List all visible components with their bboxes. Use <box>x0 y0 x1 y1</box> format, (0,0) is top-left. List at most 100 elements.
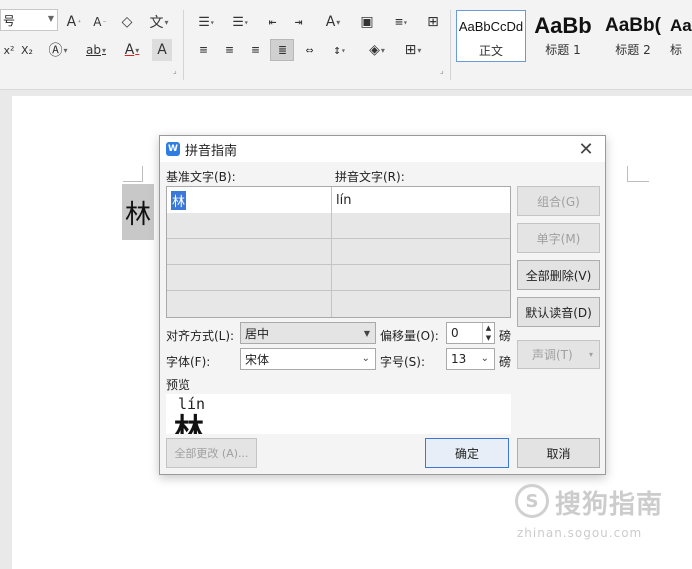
chevron-down-icon: ▼ <box>363 329 370 338</box>
tone-button-label: 声调(T) <box>532 348 573 362</box>
clear-all-button[interactable]: 全部删除(V) <box>517 260 600 290</box>
grow-font-icon[interactable]: A ⁺ <box>64 11 84 33</box>
bullets-icon[interactable]: ☰ ▾ <box>192 11 220 33</box>
margin-corner-mark <box>123 166 143 182</box>
chevron-down-icon[interactable]: ▼ <box>48 14 54 23</box>
alignment-label: 对齐方式(L): <box>166 329 235 343</box>
table-row <box>167 213 510 239</box>
base-text-value: 林 <box>171 190 187 210</box>
numbering-icon[interactable]: ☰ ▾ <box>226 11 254 33</box>
char-shading-icon[interactable]: A <box>152 39 172 61</box>
margin-corner-mark <box>627 166 649 182</box>
wps-app-icon: W <box>166 142 180 156</box>
close-icon: ✕ <box>578 138 594 160</box>
clear-format-icon[interactable]: ◇ <box>116 11 138 33</box>
paragraph-spacing-icon[interactable]: ↕ ▾ <box>324 39 354 61</box>
alignment-select[interactable]: 居中 ▼ <box>240 322 376 344</box>
offset-unit: 磅 <box>499 329 512 343</box>
chevron-down-icon: ⌄ <box>361 353 370 364</box>
group-button[interactable]: 组合(G) <box>517 186 600 216</box>
pinyin-guide-icon[interactable]: 文 ▾ <box>144 11 174 33</box>
cancel-button[interactable]: 取消 <box>517 438 600 468</box>
base-text-cell[interactable]: 林 <box>167 187 332 213</box>
base-text-cell[interactable] <box>167 265 332 291</box>
offset-stepper[interactable]: 0 ▲ ▼ <box>446 322 495 344</box>
paragraph-dialog-launcher-icon[interactable]: ⌟ <box>440 66 444 75</box>
base-text-cell[interactable] <box>167 213 332 239</box>
font-size-combo[interactable]: 号 ▼ <box>0 9 58 31</box>
single-char-button[interactable]: 单字(M) <box>517 223 600 253</box>
distribute-icon[interactable]: ⇔ <box>298 39 320 61</box>
decrease-indent-icon[interactable]: ⇤ <box>262 11 282 33</box>
justify-icon[interactable]: ≣ <box>270 39 294 61</box>
pinyin-text-cell[interactable] <box>332 291 510 317</box>
style-name: 标题 1 <box>545 43 581 57</box>
watermark-url: zhinan.sogou.com <box>517 526 643 540</box>
char-border-icon[interactable]: ▣ <box>356 11 378 33</box>
selected-text[interactable]: 林 <box>122 184 154 240</box>
style-heading-2[interactable]: AaBb( 标题 2 <box>598 10 668 62</box>
change-all-button[interactable]: 全部更改 (A)... <box>166 438 257 468</box>
preview-label: 预览 <box>166 378 191 392</box>
sogou-logo-icon: S <box>515 484 549 518</box>
subscript-icon[interactable]: X₂ <box>18 39 36 61</box>
default-reading-button[interactable]: 默认读音(D) <box>517 297 600 327</box>
shrink-font-icon[interactable]: A ⁻ <box>90 11 110 33</box>
font-color-icon[interactable]: A ▾ <box>118 39 146 61</box>
close-button[interactable]: ✕ <box>575 138 597 160</box>
pinyin-text-cell[interactable] <box>332 213 510 239</box>
style-normal[interactable]: AaBbCcDd 正文 <box>456 10 526 62</box>
size-unit: 磅 <box>499 355 512 369</box>
style-preview: AaBb <box>534 13 592 38</box>
offset-value: 0 <box>451 326 459 340</box>
alignment-value: 居中 <box>245 326 270 341</box>
align-left-icon[interactable]: ≡ <box>192 39 214 61</box>
table-row <box>167 239 510 265</box>
pinyin-text-label: 拼音文字(R): <box>335 170 405 184</box>
table-row <box>167 291 510 317</box>
spin-up-icon[interactable]: ▲ <box>483 323 494 333</box>
divider <box>183 10 184 80</box>
align-right-icon[interactable]: ≡ <box>244 39 266 61</box>
superscript-icon[interactable]: x² <box>0 39 18 61</box>
font-size-value: 号 <box>3 13 16 28</box>
preview-char: 林 <box>174 413 204 435</box>
text-direction-icon[interactable]: A ▾ <box>318 11 348 33</box>
style-heading-3[interactable]: Aa 标 <box>670 10 692 62</box>
dialog-title: 拼音指南 <box>185 143 238 159</box>
font-select[interactable]: 宋体 ⌄ <box>240 348 376 370</box>
style-preview: AaBb( <box>605 15 661 36</box>
increase-indent-icon[interactable]: ⇥ <box>288 11 308 33</box>
ok-button[interactable]: 确定 <box>425 438 509 468</box>
base-text-cell[interactable] <box>167 239 332 265</box>
pinyin-text-value: lín <box>336 192 352 208</box>
base-text-label: 基准文字(B): <box>166 170 236 184</box>
tone-button[interactable]: 声调(T) ▾ <box>517 340 600 369</box>
pinyin-text-cell[interactable] <box>332 239 510 265</box>
align-center-icon[interactable]: ≡ <box>218 39 240 61</box>
pinyin-text-cell[interactable]: lín <box>332 187 510 213</box>
pinyin-grid: 林 lín <box>166 186 511 318</box>
style-preview: Aa <box>670 16 692 35</box>
shading-icon[interactable]: ◈ ▾ <box>362 39 392 61</box>
highlight-icon[interactable]: ab ▾ <box>80 39 112 61</box>
size-select[interactable]: 13 ⌄ <box>446 348 495 370</box>
offset-spinner[interactable]: ▲ ▼ <box>482 323 494 343</box>
spin-down-icon[interactable]: ▼ <box>483 333 494 343</box>
chevron-down-icon: ▾ <box>588 350 593 359</box>
watermark-text: 搜狗指南 <box>555 490 664 520</box>
table-row: 林 lín <box>167 187 510 213</box>
font-dialog-launcher-icon[interactable]: ⌟ <box>173 66 177 75</box>
text-effect-icon[interactable]: Ⓐ ▾ <box>44 39 72 61</box>
table-row <box>167 265 510 291</box>
base-text-cell[interactable] <box>167 291 332 317</box>
dialog-titlebar[interactable]: W 拼音指南 ✕ <box>160 136 605 162</box>
table-icon[interactable]: ⊞ <box>422 11 444 33</box>
style-name: 正文 <box>478 44 503 58</box>
line-spacing-icon[interactable]: ≡ ▾ <box>386 11 416 33</box>
preview-box: lín 林 <box>166 394 511 434</box>
pinyin-text-cell[interactable] <box>332 265 510 291</box>
style-heading-1[interactable]: AaBb 标题 1 <box>528 10 598 62</box>
borders-icon[interactable]: ⊞ ▾ <box>398 39 428 61</box>
style-name: 标 <box>670 43 683 57</box>
